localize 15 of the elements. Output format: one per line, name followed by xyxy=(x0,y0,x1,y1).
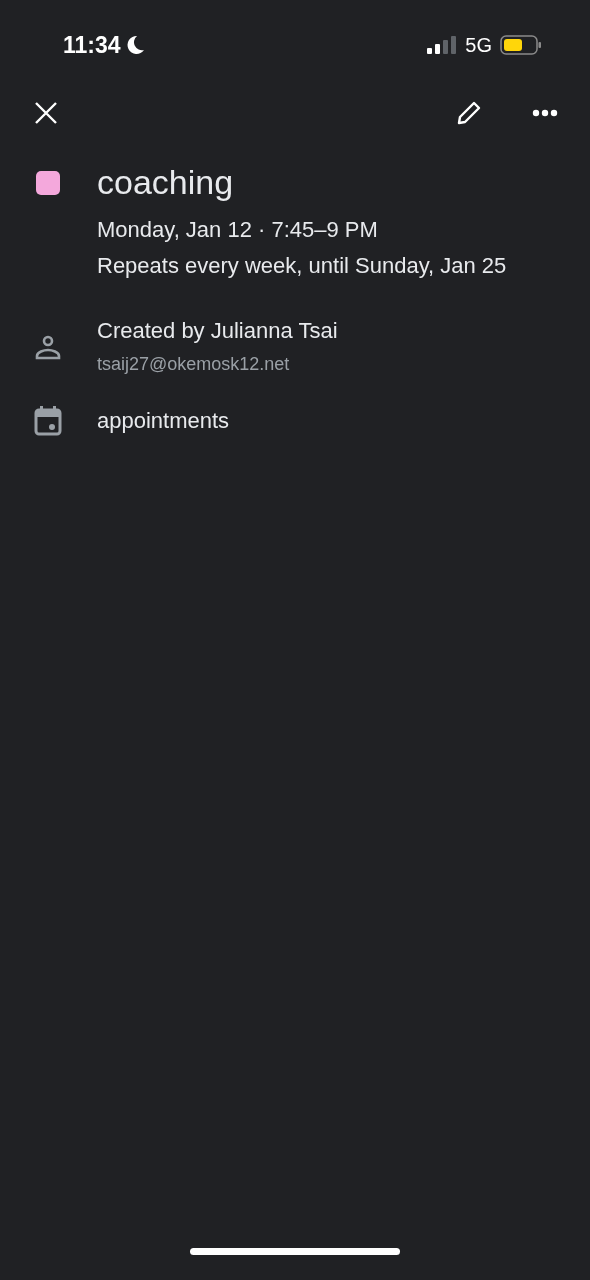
more-icon xyxy=(532,109,558,117)
creator-email: tsaij27@okemosk12.net xyxy=(97,353,291,376)
battery-icon xyxy=(500,35,542,55)
creator-name: Created by Julianna Tsai xyxy=(97,317,338,345)
event-repeat: Repeats every week, until Sunday, Jan 25 xyxy=(97,252,507,280)
event-date-time: Monday, Jan 12 · 7:45–9 PM xyxy=(97,216,379,244)
status-time: 11:34 xyxy=(63,30,121,60)
close-icon xyxy=(34,101,58,125)
network-type: 5G xyxy=(465,33,492,58)
event-color-square xyxy=(36,171,60,195)
signal-icon xyxy=(427,36,458,54)
calendar-name: appointments xyxy=(97,407,230,435)
event-title: coaching xyxy=(97,162,235,203)
person-icon xyxy=(34,333,62,361)
calendar-icon xyxy=(34,406,62,436)
